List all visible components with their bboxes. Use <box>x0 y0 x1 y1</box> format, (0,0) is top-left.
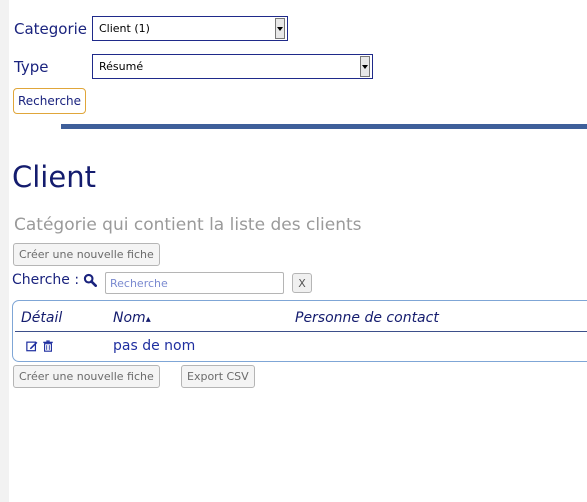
type-select[interactable]: Résumé <box>92 54 373 79</box>
type-label: Type <box>14 58 49 76</box>
create-record-button[interactable]: Créer une nouvelle fiche <box>13 365 160 388</box>
categorie-selected-value: Client (1) <box>99 22 150 35</box>
table-row-actions <box>26 340 54 352</box>
sort-ascending-icon: ▴ <box>145 314 151 325</box>
clear-search-button[interactable]: X <box>292 273 312 293</box>
column-header-nom-label: Nom <box>113 310 146 326</box>
search-input[interactable] <box>105 272 284 294</box>
search-button[interactable]: Recherche <box>13 88 87 114</box>
section-divider <box>61 124 587 129</box>
export-csv-button[interactable]: Export CSV <box>181 365 255 388</box>
type-selected-value: Résumé <box>99 60 144 73</box>
page-subtitle: Catégorie qui contient la liste des clie… <box>14 215 362 235</box>
page-title: Client <box>12 160 96 194</box>
table-cell-nom[interactable]: pas de nom <box>113 338 195 354</box>
column-header-personne-de-contact[interactable]: Personne de contact <box>295 310 439 326</box>
edit-icon[interactable] <box>26 340 38 352</box>
chevron-down-icon <box>360 56 370 77</box>
search-icon <box>83 273 98 287</box>
chevron-down-icon <box>275 18 285 39</box>
create-record-button-top[interactable]: Créer une nouvelle fiche <box>13 243 160 266</box>
search-label: Cherche : <box>12 272 80 288</box>
search-row: Cherche : <box>12 272 98 288</box>
left-margin-strip <box>0 0 9 502</box>
column-header-nom[interactable]: Nom▴ <box>113 310 151 326</box>
categorie-select[interactable]: Client (1) <box>92 16 288 41</box>
column-header-detail[interactable]: Détail <box>21 310 62 326</box>
records-table: Détail Nom▴ Personne de contact pas de n… <box>12 300 587 362</box>
categorie-label: Categorie <box>14 20 88 38</box>
trash-icon[interactable] <box>42 340 54 352</box>
table-header-divider <box>15 331 587 332</box>
